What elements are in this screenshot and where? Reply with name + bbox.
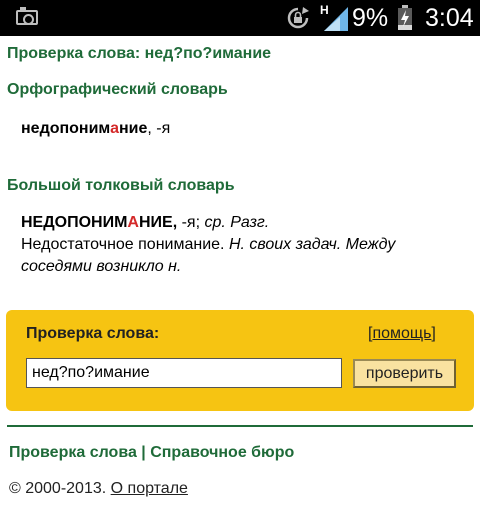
signal-strength-icon bbox=[324, 7, 348, 31]
status-bar: H 9% 3:04 bbox=[0, 0, 480, 36]
orfo-grammar-ending: , -я bbox=[147, 120, 171, 137]
tolk-grammar: -я; bbox=[177, 214, 205, 231]
battery-percentage: 9% bbox=[352, 4, 389, 32]
orfo-stressed-letter: а bbox=[110, 120, 119, 137]
help-link[interactable]: [помощь] bbox=[368, 325, 436, 343]
word-check-panel: Проверка слова: [помощь] проверить bbox=[6, 310, 474, 411]
word-input[interactable] bbox=[26, 358, 342, 388]
copyright: © 2000-2013. О портале bbox=[9, 480, 188, 498]
tolk-dictionary-title: Большой толковый словарь bbox=[7, 177, 235, 194]
help-bracket-close: ] bbox=[431, 325, 436, 342]
tolk-definition: Недостаточное понимание. bbox=[21, 236, 229, 253]
orfo-entry: недопонимание, -я bbox=[21, 120, 170, 138]
tolk-entry: НЕДОПОНИМАНИЕ, -я; ср. Разг. Недостаточн… bbox=[21, 212, 461, 278]
footer-divider bbox=[7, 425, 473, 427]
tolk-notes: ср. Разг. bbox=[204, 214, 270, 231]
battery-charging-icon bbox=[398, 5, 412, 30]
orfo-dictionary-title: Орфографический словарь bbox=[7, 81, 228, 98]
tolk-stressed-letter: А bbox=[127, 214, 139, 231]
page-title: Проверка слова: нед?по?имание bbox=[7, 45, 272, 62]
orfo-headword-ending: ние bbox=[118, 120, 148, 137]
word-check-label: Проверка слова: bbox=[26, 325, 160, 342]
tolk-headword-part: НЕДОПОНИМ bbox=[21, 214, 128, 231]
screen-rotation-lock-icon bbox=[287, 7, 309, 29]
copyright-text: © 2000-2013. bbox=[9, 480, 111, 497]
orfo-headword-part: недопоним bbox=[21, 120, 111, 137]
tolk-headword-ending: НИЕ, bbox=[138, 214, 178, 231]
about-portal-link[interactable]: О портале bbox=[111, 480, 188, 497]
clock: 3:04 bbox=[425, 4, 474, 32]
footer-links[interactable]: Проверка слова | Справочное бюро bbox=[9, 444, 294, 462]
help-link-label: помощь bbox=[372, 325, 432, 342]
camera-icon bbox=[16, 7, 38, 25]
check-button[interactable]: проверить bbox=[353, 359, 456, 388]
